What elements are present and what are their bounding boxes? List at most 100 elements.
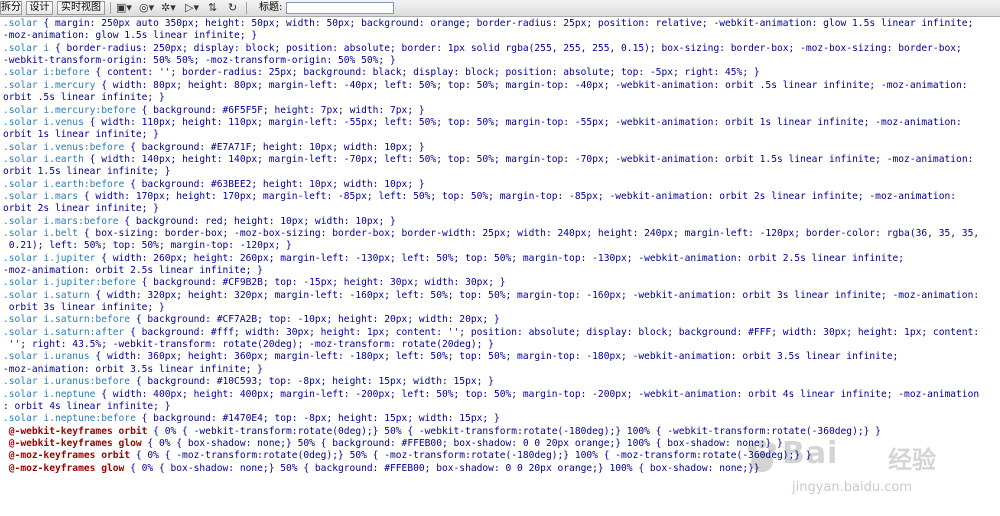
refresh-icon[interactable]: ↻ <box>228 1 237 15</box>
code-selector: .solar i.neptune:before <box>3 413 136 425</box>
code-selector: .solar i.uranus:before <box>3 376 131 388</box>
code-line: .solar i.saturn { width: 320px; height: … <box>3 290 979 302</box>
code-line: -moz-animation: glow 1.5s linear infinit… <box>3 30 257 42</box>
code-declarations: { border-radius: 250px; display: block; … <box>49 42 962 54</box>
code-line: .solar i.neptune:before { background: #1… <box>3 413 500 425</box>
code-declarations: 0.21); left: 50%; top: 50%; margin-top: … <box>3 240 292 252</box>
preview-icon[interactable]: ◎▾ <box>139 1 154 15</box>
code-selector: .solar <box>3 18 38 29</box>
code-declarations: { background: red; height: 10px; width: … <box>118 215 396 227</box>
code-line: .solar i.saturn:after { background: #fff… <box>3 327 979 339</box>
code-selector: .solar i.mercury <box>3 79 96 91</box>
watermark-logo: Bai <box>782 436 839 471</box>
code-declarations: { background: #CF9B2B; top: -15px; heigh… <box>135 277 506 289</box>
code-line: orbit .5s linear infinite; } <box>3 92 165 104</box>
code-declarations: -webkit-transform-origin: 50% 50%; -moz-… <box>3 55 396 66</box>
live-view-button[interactable]: 实时视图 <box>57 1 105 15</box>
watermark-jingyan: 经验 <box>888 446 936 474</box>
document-toolbar: 拆分 设计 实时视图 ▣▾ ◎▾ ✲▾ ▷▾ ⇅ ↻ 标题: <box>0 0 1000 17</box>
multiscreen-icon[interactable]: ▣▾ <box>116 1 132 15</box>
code-declarations: { background: #E7A71F; height: 10px; wid… <box>124 141 425 153</box>
code-declarations: { margin: 250px auto 350px; height: 50px… <box>37 18 974 29</box>
code-line: -moz-animation: orbit 2.5s linear infini… <box>3 265 263 277</box>
code-line: : orbit 4s linear infinite; } <box>3 401 171 413</box>
code-line: @-webkit-keyframes glow { 0% { box-shado… <box>3 438 783 450</box>
code-declarations: orbit .5s linear infinite; } <box>3 92 165 104</box>
code-declarations: { box-sizing: border-box; -moz-box-sizin… <box>78 227 980 239</box>
code-declarations: { width: 140px; height: 140px; margin-le… <box>83 153 974 165</box>
code-line: .solar i:before { content: ''; border-ra… <box>3 67 760 79</box>
code-declarations: ''; right: 43.5%; -webkit-transform: rot… <box>3 339 494 351</box>
code-declarations: { background: #63BEE2; height: 10px; wid… <box>124 178 425 190</box>
code-declarations: : orbit 4s linear infinite; } <box>3 400 171 412</box>
title-input[interactable] <box>286 2 394 14</box>
code-line: .solar i.mars:before { background: red; … <box>3 216 396 228</box>
code-line: -moz-animation: orbit 3.5s linear infini… <box>3 364 263 376</box>
code-line: orbit 1s linear infinite; } <box>3 129 159 141</box>
code-declarations: -moz-animation: glow 1.5s linear infinit… <box>3 30 258 42</box>
toolbar-separator <box>110 2 111 14</box>
code-line: .solar i.venus { width: 110px; height: 1… <box>3 117 962 129</box>
code-declarations: orbit 2s linear infinite; } <box>3 203 159 215</box>
code-line: @-moz-keyframes orbit { 0% { -moz-transf… <box>3 450 812 462</box>
code-declarations: orbit 1.5s linear infinite; } <box>3 166 171 178</box>
baidu-jingyan-watermark: Bai 经验 jingyan.baidu.com <box>742 436 992 516</box>
watermark-url: jingyan.baidu.com <box>792 480 912 495</box>
code-declarations: { 0% { -webkit-transform:rotate(0deg);} … <box>147 425 881 437</box>
design-view-button[interactable]: 设计 <box>26 1 53 15</box>
code-selector: .solar i.mercury:before <box>3 104 136 116</box>
code-selector: .solar i.mars <box>3 190 79 202</box>
code-declarations: { width: 360px; height: 360px; margin-le… <box>89 351 899 363</box>
code-declarations: { 0% { box-shadow: none;} 50% { backgrou… <box>141 437 783 449</box>
code-declarations: { background: #CF7A2B; top: -10px; heigh… <box>130 314 500 326</box>
code-declarations: { background: #6F5F5F; height: 7px; widt… <box>135 104 425 116</box>
code-line: orbit 3s linear infinite; } <box>3 302 165 314</box>
code-line: .solar i { border-radius: 250px; display… <box>3 43 962 55</box>
code-line: .solar i.saturn:before { background: #CF… <box>3 314 500 326</box>
code-selector: .solar i.earth <box>3 153 84 165</box>
code-selector: .solar i.saturn:before <box>3 314 131 326</box>
code-line: .solar i.jupiter:before { background: #C… <box>3 277 506 289</box>
baidu-paw-icon <box>748 440 776 472</box>
code-line: .solar i.mercury:before { background: #6… <box>3 105 425 117</box>
code-line: orbit 1.5s linear infinite; } <box>3 166 171 178</box>
code-declarations: { 0% { -moz-transform:rotate(0deg);} 50%… <box>130 450 812 462</box>
code-selector: .solar i.neptune <box>3 388 96 400</box>
toolbar-separator <box>246 2 247 14</box>
code-selector: @-moz-keyframes orbit <box>3 450 131 462</box>
code-line: .solar i.earth { width: 140px; height: 1… <box>3 154 973 166</box>
code-selector: .solar i.belt <box>3 227 79 239</box>
code-line: -webkit-transform-origin: 50% 50%; -moz-… <box>3 55 396 67</box>
split-view-button[interactable]: 拆分 <box>0 1 22 15</box>
code-selector: .solar i.earth:before <box>3 178 125 190</box>
file-manage-icon[interactable]: ⇅ <box>208 1 217 15</box>
code-declarations: { width: 260px; height: 260px; margin-le… <box>95 252 905 264</box>
code-declarations: { width: 80px; height: 80px; margin-left… <box>95 79 968 91</box>
code-line: .solar i.neptune { width: 400px; height:… <box>3 389 979 401</box>
code-selector: .solar i.saturn <box>3 289 90 301</box>
code-selector: .solar i.jupiter <box>3 252 96 264</box>
code-selector: .solar i.saturn:after <box>3 326 125 338</box>
code-line: .solar i.mars { width: 170px; height: 17… <box>3 191 956 203</box>
code-declarations: { background: #1470E4; top: -8px; height… <box>135 413 500 425</box>
code-declarations: -moz-animation: orbit 2.5s linear infini… <box>3 265 263 276</box>
inspect-icon[interactable]: ▷▾ <box>185 1 199 15</box>
code-line: ''; right: 43.5%; -webkit-transform: rot… <box>3 339 494 351</box>
code-declarations: -moz-animation: orbit 3.5s linear infini… <box>3 363 263 375</box>
code-declarations: { width: 170px; height: 170px; margin-le… <box>78 190 957 202</box>
code-declarations: { width: 320px; height: 320px; margin-le… <box>89 289 980 301</box>
code-line: .solar i.venus:before { background: #E7A… <box>3 142 425 154</box>
code-declarations: { 0% { box-shadow: none;} 50% { backgrou… <box>124 462 760 474</box>
code-selector: .solar i.uranus <box>3 351 90 363</box>
code-selector: .solar i <box>3 42 50 54</box>
code-line: .solar i.jupiter { width: 260px; height:… <box>3 253 904 265</box>
code-declarations: { width: 110px; height: 110px; margin-le… <box>83 116 962 128</box>
code-selector: .solar i:before <box>3 67 90 79</box>
debug-icon[interactable]: ✲▾ <box>161 1 176 15</box>
code-declarations: { content: ''; border-radius: 25px; back… <box>89 67 760 79</box>
code-declarations: orbit 3s linear infinite; } <box>3 302 165 314</box>
code-declarations: { width: 400px; height: 400px; margin-le… <box>95 388 980 400</box>
code-selector: @-webkit-keyframes orbit <box>3 425 148 437</box>
code-selector: .solar i.jupiter:before <box>3 277 136 289</box>
code-declarations: { background: #fff; width: 30px; height:… <box>124 326 980 338</box>
